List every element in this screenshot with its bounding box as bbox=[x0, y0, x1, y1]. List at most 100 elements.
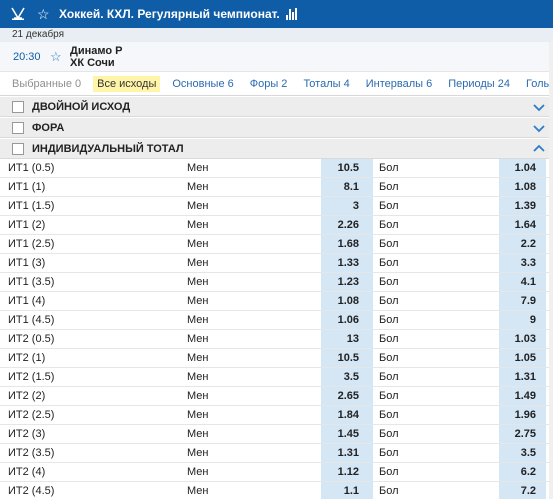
over-odds-button[interactable]: 3.3 bbox=[499, 254, 546, 272]
under-label: Мен bbox=[187, 333, 209, 345]
over-label: Бол bbox=[379, 466, 399, 478]
filter-periods[interactable]: Периоды 24 bbox=[448, 78, 510, 90]
over-odds-button[interactable]: 4.1 bbox=[499, 273, 546, 291]
favorite-star-icon[interactable]: ☆ bbox=[37, 7, 53, 21]
filter-all[interactable]: Все исходы bbox=[93, 75, 161, 92]
under-odds-button[interactable]: 8.1 bbox=[321, 178, 373, 196]
under-odds-button[interactable]: 3.5 bbox=[321, 368, 373, 386]
group-title: ДВОЙНОЙ ИСХОД bbox=[32, 100, 131, 113]
under-odds-button[interactable]: 10.5 bbox=[321, 349, 373, 367]
team-away: ХК Сочи bbox=[70, 56, 115, 69]
under-odds-button[interactable]: 10.5 bbox=[321, 159, 373, 177]
over-label: Бол bbox=[379, 409, 399, 421]
under-odds-button[interactable]: 1.68 bbox=[321, 235, 373, 253]
odds-row: ИТ2 (1.5) Мен 3.5 Бол 1.31 bbox=[0, 368, 553, 387]
group-checkbox[interactable] bbox=[12, 100, 24, 113]
odds-row: ИТ1 (1.5) Мен 3 Бол 1.39 bbox=[0, 197, 553, 216]
odds-row: ИТ2 (3.5) Мен 1.31 Бол 3.5 bbox=[0, 444, 553, 463]
under-label: Мен bbox=[187, 447, 209, 459]
over-label: Бол bbox=[379, 162, 399, 174]
under-label: Мен bbox=[187, 352, 209, 364]
group-checkbox[interactable] bbox=[12, 142, 24, 155]
under-label: Мен bbox=[187, 295, 209, 307]
under-odds-button[interactable]: 1.08 bbox=[321, 292, 373, 310]
under-odds-button[interactable]: 1.31 bbox=[321, 444, 373, 462]
bar-chart-icon[interactable] bbox=[285, 8, 297, 20]
under-label: Мен bbox=[187, 314, 209, 326]
market-filter-tabs: Выбранные 0 Все исходы Основные 6 Форы 2… bbox=[0, 72, 553, 96]
under-odds-button[interactable]: 3 bbox=[321, 197, 373, 215]
filter-handicaps[interactable]: Форы 2 bbox=[250, 78, 288, 90]
chevron-up-icon[interactable] bbox=[533, 143, 545, 155]
filter-main[interactable]: Основные 6 bbox=[172, 78, 233, 90]
over-odds-button[interactable]: 2.75 bbox=[499, 425, 546, 443]
odds-row: ИТ1 (3) Мен 1.33 Бол 3.3 bbox=[0, 254, 553, 273]
odds-row: ИТ2 (2.5) Мен 1.84 Бол 1.96 bbox=[0, 406, 553, 425]
filter-totals[interactable]: Тоталы 4 bbox=[303, 78, 349, 90]
filter-intervals[interactable]: Интервалы 6 bbox=[366, 78, 432, 90]
under-odds-button[interactable]: 1.12 bbox=[321, 463, 373, 481]
scrollbar-track[interactable] bbox=[549, 42, 553, 499]
under-label: Мен bbox=[187, 200, 209, 212]
market-label: ИТ1 (1.5) bbox=[8, 200, 55, 212]
under-label: Мен bbox=[187, 485, 209, 497]
market-label: ИТ1 (0.5) bbox=[8, 162, 55, 174]
over-odds-button[interactable]: 1.31 bbox=[499, 368, 546, 386]
over-odds-button[interactable]: 1.64 bbox=[499, 216, 546, 234]
group-handicap[interactable]: ФОРА bbox=[0, 118, 553, 138]
under-label: Мен bbox=[187, 181, 209, 193]
over-odds-button[interactable]: 1.96 bbox=[499, 406, 546, 424]
filter-goals[interactable]: Голы bbox=[526, 78, 551, 90]
over-odds-button[interactable]: 1.03 bbox=[499, 330, 546, 348]
market-label: ИТ2 (3) bbox=[8, 428, 46, 440]
chevron-down-icon[interactable] bbox=[533, 101, 545, 113]
under-odds-button[interactable]: 1.45 bbox=[321, 425, 373, 443]
team-home: Динамо Р bbox=[70, 44, 123, 57]
over-odds-button[interactable]: 1.39 bbox=[499, 197, 546, 215]
market-label: ИТ1 (2.5) bbox=[8, 238, 55, 250]
over-label: Бол bbox=[379, 352, 399, 364]
odds-row: ИТ2 (4) Мен 1.12 Бол 6.2 bbox=[0, 463, 553, 482]
tournament-title[interactable]: Хоккей. КХЛ. Регулярный чемпионат. bbox=[59, 7, 280, 21]
over-odds-button[interactable]: 7.2 bbox=[499, 482, 546, 499]
over-odds-button[interactable]: 6.2 bbox=[499, 463, 546, 481]
match-row[interactable]: 20:30 ☆ Динамо Р ХК Сочи bbox=[0, 42, 553, 72]
under-odds-button[interactable]: 2.65 bbox=[321, 387, 373, 405]
under-odds-button[interactable]: 1.06 bbox=[321, 311, 373, 329]
under-odds-button[interactable]: 2.26 bbox=[321, 216, 373, 234]
over-odds-button[interactable]: 1.08 bbox=[499, 178, 546, 196]
over-odds-button[interactable]: 7.9 bbox=[499, 292, 546, 310]
under-odds-button[interactable]: 1.1 bbox=[321, 482, 373, 499]
group-individual-total[interactable]: ИНДИВИДУАЛЬНЫЙ ТОТАЛ bbox=[0, 139, 553, 159]
over-label: Бол bbox=[379, 371, 399, 383]
over-odds-button[interactable]: 9 bbox=[499, 311, 546, 329]
under-label: Мен bbox=[187, 371, 209, 383]
under-odds-button[interactable]: 13 bbox=[321, 330, 373, 348]
group-title: ИНДИВИДУАЛЬНЫЙ ТОТАЛ bbox=[32, 142, 184, 155]
under-odds-button[interactable]: 1.23 bbox=[321, 273, 373, 291]
over-odds-button[interactable]: 1.49 bbox=[499, 387, 546, 405]
group-double-chance[interactable]: ДВОЙНОЙ ИСХОД bbox=[0, 97, 553, 117]
under-label: Мен bbox=[187, 219, 209, 231]
under-label: Мен bbox=[187, 428, 209, 440]
under-odds-button[interactable]: 1.84 bbox=[321, 406, 373, 424]
over-odds-button[interactable]: 1.05 bbox=[499, 349, 546, 367]
match-star-icon[interactable]: ☆ bbox=[50, 49, 64, 65]
group-checkbox[interactable] bbox=[12, 121, 24, 134]
over-label: Бол bbox=[379, 314, 399, 326]
under-label: Мен bbox=[187, 276, 209, 288]
odds-row: ИТ1 (4.5) Мен 1.06 Бол 9 bbox=[0, 311, 553, 330]
odds-row: ИТ2 (4.5) Мен 1.1 Бол 7.2 bbox=[0, 482, 553, 499]
odds-row: ИТ1 (1) Мен 8.1 Бол 1.08 bbox=[0, 178, 553, 197]
over-odds-button[interactable]: 3.5 bbox=[499, 444, 546, 462]
market-label: ИТ2 (2.5) bbox=[8, 409, 55, 421]
match-teams[interactable]: Динамо Р ХК Сочи bbox=[70, 45, 122, 69]
under-odds-button[interactable]: 1.33 bbox=[321, 254, 373, 272]
odds-row: ИТ2 (0.5) Мен 13 Бол 1.03 bbox=[0, 330, 553, 349]
filter-selected[interactable]: Выбранные 0 bbox=[12, 78, 81, 90]
over-odds-button[interactable]: 1.04 bbox=[499, 159, 546, 177]
chevron-down-icon[interactable] bbox=[533, 122, 545, 134]
odds-row: ИТ1 (2.5) Мен 1.68 Бол 2.2 bbox=[0, 235, 553, 254]
over-odds-button[interactable]: 2.2 bbox=[499, 235, 546, 253]
odds-row: ИТ2 (1) Мен 10.5 Бол 1.05 bbox=[0, 349, 553, 368]
